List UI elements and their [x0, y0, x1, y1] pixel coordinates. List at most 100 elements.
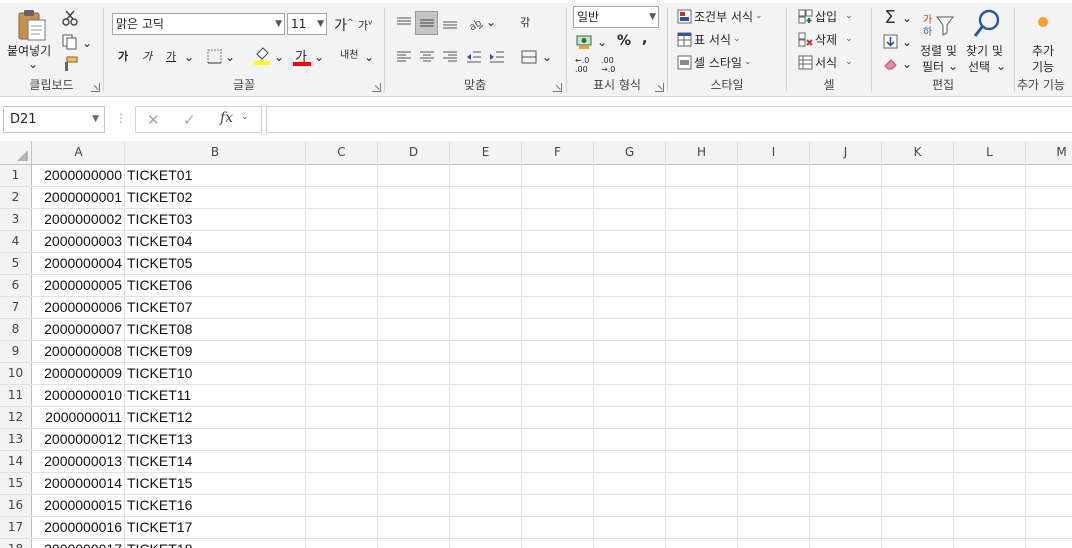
cell-b[interactable]: TICKET18 [125, 539, 305, 548]
border-icon[interactable] [204, 46, 224, 66]
column-header-g[interactable]: G [594, 141, 666, 164]
cell-a[interactable]: 2000000010 [33, 385, 124, 406]
column-header-k[interactable]: K [882, 141, 954, 164]
delete-cells-button[interactable]: 삭제 ⌄ [797, 28, 853, 50]
row-header[interactable]: 13 [0, 429, 32, 450]
currency-icon[interactable] [575, 32, 595, 52]
cell-a[interactable]: 2000000006 [33, 297, 124, 318]
cell-styles-button[interactable]: 셀 스타일 ⌄ [676, 51, 752, 73]
alignment-launcher-icon[interactable] [553, 83, 562, 92]
addins-label1[interactable]: 추가 [1032, 42, 1054, 59]
formula-input[interactable] [266, 106, 1072, 133]
align-top-icon[interactable] [393, 12, 415, 34]
find-select-label1[interactable]: 찾기 및 [966, 42, 1003, 59]
cut-icon[interactable] [60, 8, 80, 28]
cell-b[interactable]: TICKET05 [125, 253, 305, 274]
row-header[interactable]: 15 [0, 473, 32, 494]
find-select-dropdown-icon[interactable]: ⌄ [996, 59, 1006, 73]
number-format-combobox[interactable]: 일반 ▼ [573, 6, 659, 28]
cell-a[interactable]: 2000000012 [33, 429, 124, 450]
row-header[interactable]: 4 [0, 231, 32, 252]
sort-filter-icon[interactable]: 가하 [920, 10, 956, 40]
border-dropdown-icon[interactable]: ⌄ [225, 50, 235, 64]
row-header[interactable]: 12 [0, 407, 32, 428]
cell-a[interactable]: 2000000015 [33, 495, 124, 516]
shrink-font-button[interactable]: 가v [358, 17, 372, 33]
cell-b[interactable]: TICKET07 [125, 297, 305, 318]
cell-a[interactable]: 2000000017 [33, 539, 124, 548]
addins-label2[interactable]: 기능 [1032, 58, 1054, 75]
chevron-down-icon[interactable]: ▼ [317, 14, 324, 34]
comma-button[interactable]: , [642, 31, 647, 47]
column-header-j[interactable]: J [810, 141, 882, 164]
copy-icon[interactable] [60, 32, 80, 52]
cell-b[interactable]: TICKET16 [125, 495, 305, 516]
fill-color-dropdown-icon[interactable]: ⌄ [274, 50, 284, 64]
cell-a[interactable]: 2000000016 [33, 517, 124, 538]
font-launcher-icon[interactable] [372, 83, 381, 92]
chevron-down-icon[interactable]: ⌄ [241, 112, 249, 122]
row-header[interactable]: 18 [0, 539, 32, 548]
cell-a[interactable]: 2000000014 [33, 473, 124, 494]
cancel-icon[interactable]: ✕ [147, 111, 160, 129]
cell-b[interactable]: TICKET14 [125, 451, 305, 472]
cell-b[interactable]: TICKET03 [125, 209, 305, 230]
sort-filter-label1[interactable]: 정렬 및 [920, 42, 957, 59]
row-header[interactable]: 16 [0, 495, 32, 516]
cell-a[interactable]: 2000000003 [33, 231, 124, 252]
cell-a[interactable]: 2000000005 [33, 275, 124, 296]
column-header-m[interactable]: M [1026, 141, 1072, 164]
column-header-f[interactable]: F [522, 141, 594, 164]
row-header[interactable]: 11 [0, 385, 32, 406]
cell-a[interactable]: 2000000001 [33, 187, 124, 208]
format-cells-button[interactable]: 서식 ⌄ [797, 51, 853, 73]
clear-dropdown-icon[interactable]: ⌄ [902, 57, 912, 71]
cell-a[interactable]: 2000000000 [33, 165, 124, 186]
format-as-table-button[interactable]: 표 서식 ⌄ [676, 28, 740, 50]
column-header-h[interactable]: H [666, 141, 738, 164]
cell-b[interactable]: TICKET08 [125, 319, 305, 340]
cell-a[interactable]: 2000000011 [33, 407, 124, 428]
orientation-dropdown-icon[interactable]: ⌄ [486, 15, 496, 29]
copy-dropdown-icon[interactable]: ⌄ [82, 36, 92, 50]
cell-b[interactable]: TICKET17 [125, 517, 305, 538]
column-header-c[interactable]: C [306, 141, 378, 164]
column-header-d[interactable]: D [378, 141, 450, 164]
cell-b[interactable]: TICKET13 [125, 429, 305, 450]
column-header-i[interactable]: I [738, 141, 810, 164]
decrease-indent-icon[interactable] [463, 46, 485, 68]
enter-check-icon[interactable]: ✓ [183, 111, 196, 129]
formula-bar-grip-icon[interactable]: ⋮ [115, 111, 127, 125]
row-header[interactable]: 8 [0, 319, 32, 340]
number-launcher-icon[interactable] [655, 83, 664, 92]
cell-a[interactable]: 2000000002 [33, 209, 124, 230]
autosum-dropdown-icon[interactable]: ⌄ [902, 11, 912, 25]
row-header[interactable]: 3 [0, 209, 32, 230]
cell-b[interactable]: TICKET02 [125, 187, 305, 208]
row-header[interactable]: 9 [0, 341, 32, 362]
column-header-l[interactable]: L [954, 141, 1026, 164]
cell-a[interactable]: 2000000007 [33, 319, 124, 340]
paste-icon[interactable] [14, 8, 50, 42]
merge-center-icon[interactable] [518, 46, 540, 68]
currency-dropdown-icon[interactable]: ⌄ [597, 35, 607, 49]
row-header[interactable]: 10 [0, 363, 32, 384]
cell-b[interactable]: TICKET15 [125, 473, 305, 494]
sort-filter-dropdown-icon[interactable]: ⌄ [948, 59, 958, 73]
addins-icon[interactable] [1035, 14, 1051, 30]
row-header[interactable]: 14 [0, 451, 32, 472]
phonetic-button[interactable]: 내천 [340, 46, 358, 61]
phonetic-dropdown-icon[interactable]: ⌄ [364, 50, 374, 64]
find-select-label2[interactable]: 선택 [968, 58, 990, 75]
align-right-icon[interactable] [439, 46, 461, 68]
merge-dropdown-icon[interactable]: ⌄ [542, 50, 552, 64]
align-bottom-icon[interactable] [439, 12, 461, 34]
cell-b[interactable]: TICKET11 [125, 385, 305, 406]
cell-b[interactable]: TICKET01 [125, 165, 305, 186]
row-header[interactable]: 17 [0, 517, 32, 538]
cell-b[interactable]: TICKET12 [125, 407, 305, 428]
insert-cells-button[interactable]: 삽입 ⌄ [797, 5, 853, 27]
cell-b[interactable]: TICKET09 [125, 341, 305, 362]
align-middle-icon[interactable] [415, 11, 438, 35]
insert-function-button[interactable]: fx [220, 110, 233, 126]
